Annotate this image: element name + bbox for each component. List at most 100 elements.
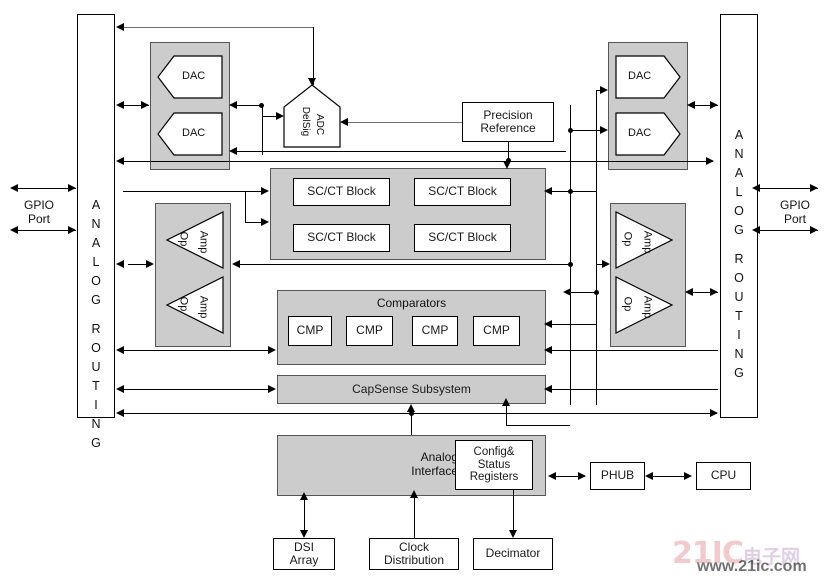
left-analog-routing-label: A N A L O G R O U T I N G bbox=[77, 196, 115, 453]
routing-to-dac-left-arrow-out bbox=[141, 101, 149, 109]
cmp-block-4: CMP bbox=[473, 316, 520, 346]
right-opamp-label-2a: Op bbox=[621, 296, 634, 312]
dac-left-right-arrow bbox=[229, 101, 237, 109]
dac-left-second-arrow bbox=[229, 147, 237, 155]
precision-reference-line2: Reference bbox=[480, 121, 536, 135]
adc-input-top-arrow bbox=[308, 78, 316, 86]
routing-letter: N bbox=[734, 147, 744, 161]
capsense-right-arrow bbox=[544, 385, 552, 393]
left-opamp-label-2a: Op bbox=[177, 296, 190, 312]
routing-letter: O bbox=[91, 274, 101, 288]
routing-letter: G bbox=[91, 293, 101, 307]
routing-to-capsense-arrow-r bbox=[268, 385, 276, 393]
left-opamp-label-1a: Op bbox=[177, 231, 190, 247]
cmp-block-2: CMP bbox=[346, 316, 393, 346]
dsi-array-block: DSI Array bbox=[273, 538, 335, 570]
routing-letter: A bbox=[734, 166, 744, 180]
sc-ct-block-3: SC/CT Block bbox=[293, 224, 390, 252]
right-opamp2-arrow-l bbox=[563, 288, 571, 296]
left-dac-label-2: DAC bbox=[182, 127, 206, 139]
config-status-line1: Config& bbox=[473, 445, 515, 458]
opamp-left-right-arrow bbox=[232, 260, 240, 268]
delsig-adc-label-1: DelSig bbox=[300, 106, 312, 137]
gpio-left-arrow-1a bbox=[10, 184, 18, 192]
scct-in-bus-v bbox=[245, 191, 246, 223]
routing-letter: T bbox=[735, 309, 743, 323]
clock-distribution-line1: Clock bbox=[398, 539, 429, 554]
routing-letter: R bbox=[734, 252, 744, 266]
routing-letter: U bbox=[91, 360, 101, 374]
config-status-line2: Status bbox=[477, 458, 511, 471]
routing-letter: N bbox=[91, 217, 101, 231]
clock-to-ai-arrow bbox=[410, 490, 418, 498]
routing-letter: U bbox=[734, 290, 744, 304]
ai-right-feedback-h bbox=[506, 425, 570, 426]
config-status-registers-block: Config& Status Registers bbox=[455, 440, 533, 490]
ai-to-dsi-arrow-down bbox=[300, 530, 308, 538]
capsense-right-line bbox=[551, 389, 718, 390]
phub-to-cpu-arrow-r bbox=[684, 472, 692, 480]
scct-in-2-arrow bbox=[261, 218, 269, 226]
sc-ct-block-4: SC/CT Block bbox=[414, 224, 511, 252]
routing-to-comparators-arrow-r bbox=[268, 346, 276, 354]
routing-letter: O bbox=[734, 271, 744, 285]
phub-block: PHUB bbox=[590, 462, 645, 490]
right-opamp-label-1b: Amp bbox=[641, 230, 654, 254]
right-opamp1-arrow bbox=[602, 260, 610, 268]
right-dac1-arrow bbox=[600, 86, 608, 94]
routing-letter: I bbox=[737, 328, 741, 342]
routing-letter: O bbox=[734, 204, 744, 218]
junction-dot-opamp2 bbox=[594, 290, 599, 295]
routing-letter: N bbox=[91, 417, 101, 431]
right-opamp-to-routing-arrow-l bbox=[685, 288, 693, 296]
gpio-left-arrow-2b bbox=[68, 226, 76, 234]
dac-left-second-line bbox=[236, 151, 566, 152]
right-dac2-arrow bbox=[600, 126, 608, 134]
right-bus-v-596 bbox=[596, 90, 597, 405]
ai-to-phub-arrow-l bbox=[548, 472, 556, 480]
left-opamp-label-2b: Amp bbox=[197, 295, 210, 319]
comparators-right-line-1 bbox=[551, 324, 596, 325]
gpio-left-arrow-1b bbox=[68, 184, 76, 192]
right-dac-to-routing-arrow-r bbox=[710, 101, 718, 109]
right-dac-to-routing-arrow-l bbox=[687, 101, 695, 109]
decimator-block: Decimator bbox=[473, 538, 553, 570]
sc-ct-block-2: SC/CT Block bbox=[414, 178, 511, 206]
routing-letter: A bbox=[734, 128, 744, 142]
routing-letter: I bbox=[94, 398, 98, 412]
routing-to-opamp-left-arrow-l bbox=[116, 260, 124, 268]
scct-right-arrow bbox=[544, 187, 552, 195]
right-dac-label-2: DAC bbox=[628, 127, 652, 139]
right-dac2-line bbox=[570, 130, 604, 131]
gpio-right-arrow-2a bbox=[752, 226, 760, 234]
right-opamp-label-1a: Op bbox=[621, 231, 634, 247]
sc-ct-block-1: SC/CT Block bbox=[293, 178, 390, 206]
right-dac-label-1: DAC bbox=[628, 70, 652, 82]
scct-in-1-arrow bbox=[261, 187, 269, 195]
left-opamp-label-1b: Amp bbox=[197, 230, 210, 254]
block-diagram-canvas: A N A L O G R O U T I N G A N A L O G R … bbox=[0, 0, 828, 582]
left-dac-label-1: DAC bbox=[182, 70, 206, 82]
ai-to-decimator-arrow bbox=[509, 530, 517, 538]
clock-distribution-block: Clock Distribution bbox=[369, 538, 459, 570]
routing-letter: L bbox=[92, 255, 100, 269]
delsig-adc-shape bbox=[283, 84, 341, 148]
junction-dot-right-dac2 bbox=[568, 128, 573, 133]
routing-letter: L bbox=[735, 185, 743, 199]
junction-dot-ai-capsense bbox=[409, 411, 414, 416]
top-feedback-line-v bbox=[313, 27, 314, 85]
cpu-block: CPU bbox=[696, 462, 751, 490]
routing-letter: G bbox=[734, 366, 744, 380]
left-opamp-shape-2 bbox=[163, 275, 224, 335]
routing-to-dac-left-arrow-in bbox=[116, 101, 124, 109]
precision-down-arrow bbox=[503, 161, 511, 169]
right-opamp-label-2b: Amp bbox=[641, 295, 654, 319]
routing-to-comparators-arrow-l bbox=[116, 346, 124, 354]
routing-to-comparators-line bbox=[123, 350, 270, 351]
routing-letter: T bbox=[92, 379, 100, 393]
gpio-right-arrow-1b bbox=[810, 184, 818, 192]
cmp-block-1: CMP bbox=[288, 316, 332, 346]
routing-letter: G bbox=[91, 436, 101, 450]
top-feedback-arrow bbox=[116, 23, 124, 31]
precision-reference-block: Precision Reference bbox=[462, 102, 554, 142]
